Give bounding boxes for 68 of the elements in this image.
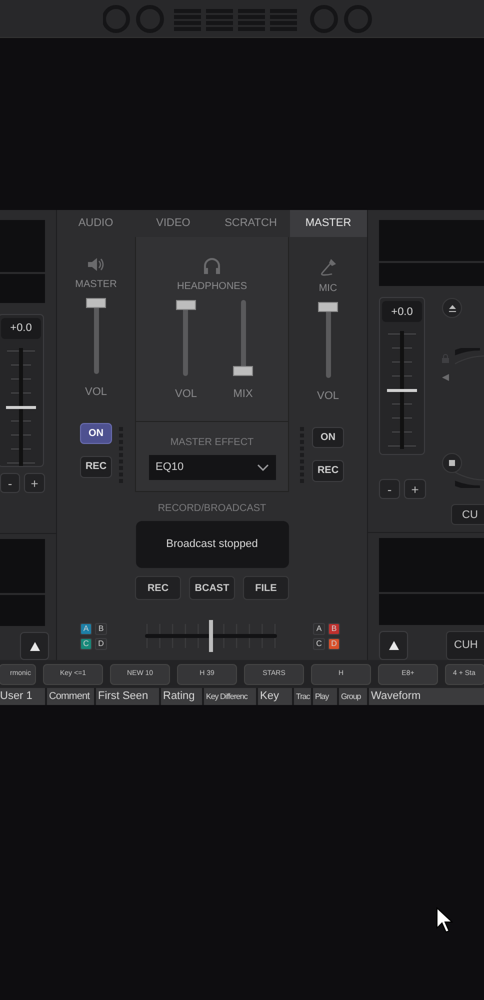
column-header[interactable]: Play bbox=[313, 688, 337, 705]
rec-button[interactable]: REC bbox=[80, 456, 112, 478]
pitch-display: +0.0 bbox=[382, 301, 422, 322]
column-header[interactable]: Trac bbox=[294, 688, 311, 705]
pitch-slider[interactable] bbox=[386, 331, 418, 450]
cue-button[interactable]: CU bbox=[451, 504, 484, 526]
up-arrow-icon bbox=[388, 640, 400, 651]
slider-label: MIX bbox=[233, 387, 253, 402]
column-header[interactable]: Comment bbox=[47, 688, 94, 705]
slider-label: VOL bbox=[174, 387, 197, 402]
broadcast-status: Broadcast stopped bbox=[136, 521, 288, 568]
record-button[interactable]: BCAST bbox=[189, 576, 235, 600]
load-button[interactable] bbox=[379, 630, 408, 660]
record-button[interactable]: FILE bbox=[243, 576, 289, 600]
speaker-icon bbox=[86, 257, 106, 272]
crossfader[interactable] bbox=[145, 620, 277, 652]
volume-slider[interactable] bbox=[86, 298, 106, 374]
deck-screen bbox=[0, 220, 45, 272]
column-header[interactable]: Rating bbox=[161, 688, 202, 705]
slider-label: VOL bbox=[316, 389, 339, 404]
on-button[interactable]: ON bbox=[312, 426, 344, 448]
channel-label: MASTER bbox=[75, 278, 117, 292]
deck-screen bbox=[0, 274, 45, 304]
column-header[interactable]: Waveform bbox=[369, 688, 484, 705]
record-button[interactable]: REC bbox=[135, 576, 181, 600]
eject-icon bbox=[448, 304, 456, 312]
column-header[interactable]: User 1 bbox=[0, 688, 45, 705]
volume-slider[interactable] bbox=[176, 300, 196, 376]
section-label: RECORD/BROADCAST bbox=[158, 502, 266, 516]
headphones-icon bbox=[203, 257, 221, 274]
deck-select-button[interactable]: B bbox=[95, 622, 107, 634]
deck-select-button[interactable]: C bbox=[313, 638, 325, 650]
deck-select-button[interactable]: D bbox=[95, 638, 107, 650]
microphone-icon bbox=[319, 257, 337, 276]
deck-screen bbox=[0, 595, 45, 626]
volume-slider[interactable] bbox=[318, 302, 338, 378]
pitch-display: +0.0 bbox=[1, 318, 41, 340]
channel-label: HEADPHONES bbox=[176, 280, 247, 294]
cue-button[interactable]: CUH bbox=[446, 630, 484, 660]
rec-button[interactable]: REC bbox=[312, 460, 344, 482]
section-label: MASTER EFFECT bbox=[170, 436, 254, 450]
column-header[interactable]: First Seen bbox=[96, 688, 159, 705]
pitch-button[interactable]: + bbox=[24, 473, 45, 494]
column-header[interactable]: Group bbox=[339, 688, 367, 705]
mouse-cursor-icon bbox=[436, 907, 453, 933]
deck-select-button[interactable]: A bbox=[313, 622, 325, 634]
volume-slider[interactable] bbox=[233, 300, 253, 376]
load-button[interactable] bbox=[20, 632, 49, 660]
left-triangle-icon bbox=[442, 374, 448, 382]
on-button[interactable]: ON bbox=[80, 422, 112, 444]
mixer-tab[interactable]: MASTER bbox=[290, 210, 367, 237]
column-header[interactable]: Key bbox=[258, 688, 292, 705]
pitch-button[interactable]: + bbox=[404, 479, 426, 500]
deck-screen bbox=[0, 539, 45, 594]
pitch-button[interactable]: - bbox=[379, 479, 400, 500]
stop-icon bbox=[449, 460, 455, 466]
pitch-slider[interactable] bbox=[5, 348, 37, 466]
up-arrow-icon bbox=[28, 640, 40, 652]
slider-label: VOL bbox=[84, 385, 107, 400]
chevron-down-icon bbox=[256, 464, 268, 471]
eject-button[interactable] bbox=[442, 298, 462, 318]
stop-button[interactable] bbox=[442, 453, 462, 474]
deck-select-button[interactable]: B bbox=[328, 622, 340, 634]
column-header[interactable]: Key Differenc bbox=[204, 688, 256, 705]
dropdown-value: EQ10 bbox=[156, 460, 184, 476]
channel-label: MIC bbox=[318, 282, 338, 296]
effect-dropdown[interactable]: EQ10 bbox=[148, 455, 276, 480]
pitch-button[interactable]: - bbox=[0, 473, 20, 494]
